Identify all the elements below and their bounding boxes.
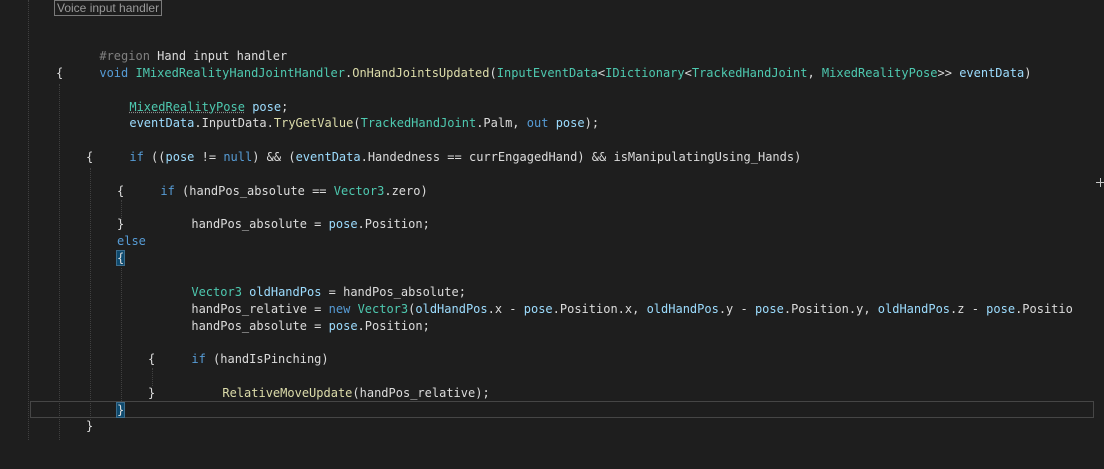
open-brace: {: [86, 150, 94, 164]
code-line: else: [0, 233, 1104, 250]
code-line: {: [0, 183, 1104, 200]
open-brace: {: [56, 66, 64, 80]
code-line: handPos_relative = new Vector3(oldHandPo…: [0, 284, 1104, 316]
collapsed-region-voice-input-handler[interactable]: Voice input handler: [54, 0, 163, 16]
code-line: {: [0, 65, 1104, 82]
code-token: .Palm,: [476, 116, 527, 130]
code-editor[interactable]: Voice input handler #region Hand input h…: [0, 0, 1104, 440]
open-brace: {: [148, 352, 156, 366]
code-line: #region Hand input handler: [0, 31, 1104, 63]
code-token: .InputData.: [194, 116, 274, 130]
code-line: {: [0, 149, 1104, 166]
code-line: {: [0, 250, 1104, 267]
code-token: (: [353, 116, 361, 130]
code-token: else: [117, 234, 146, 248]
code-token: out: [526, 116, 549, 130]
matched-brace: }: [115, 402, 126, 418]
code-line: Vector3 oldHandPos = handPos_absolute;: [0, 267, 1104, 299]
code-line: }: [0, 402, 1104, 419]
code-line: void IMixedRealityHandJointHandler.OnHan…: [0, 48, 1104, 80]
code-line: }: [0, 216, 1104, 233]
open-brace: {: [117, 184, 125, 198]
close-brace: }: [148, 386, 156, 400]
code-line: MixedRealityPose pose;: [0, 82, 1104, 114]
code-token: handPos_absolute =: [191, 319, 329, 333]
code-token: TryGetValue: [273, 116, 354, 130]
close-brace: }: [86, 419, 94, 433]
code-line: }: [0, 418, 1104, 435]
code-line: RelativeMoveUpdate(handPos_relative);: [0, 368, 1104, 400]
close-brace: }: [117, 217, 125, 231]
code-line: if (handPos_absolute == Vector3.zero): [0, 166, 1104, 198]
code-line: eventData.InputData.TryGetValue(TrackedH…: [0, 98, 1104, 130]
matched-brace: {: [115, 250, 126, 266]
code-line: }: [0, 385, 1104, 402]
code-token: eventData: [129, 116, 195, 130]
code-line: {: [0, 351, 1104, 368]
code-token: pose: [555, 116, 585, 130]
code-token: pose: [328, 319, 358, 333]
code-token: .Position;: [357, 319, 430, 333]
code-token: TrackedHandJoint: [360, 116, 477, 130]
code-line: handPos_absolute = pose.Position;: [0, 199, 1104, 231]
code-line: if (handIsPinching): [0, 334, 1104, 366]
code-line: if ((pose != null) && (eventData.Handedn…: [0, 132, 1104, 164]
code-line: handPos_absolute = pose.Position;: [0, 301, 1104, 333]
scrollbar-marker: [1100, 178, 1101, 187]
code-line: Voice input handler: [0, 0, 1104, 17]
code-token: );: [584, 116, 600, 130]
